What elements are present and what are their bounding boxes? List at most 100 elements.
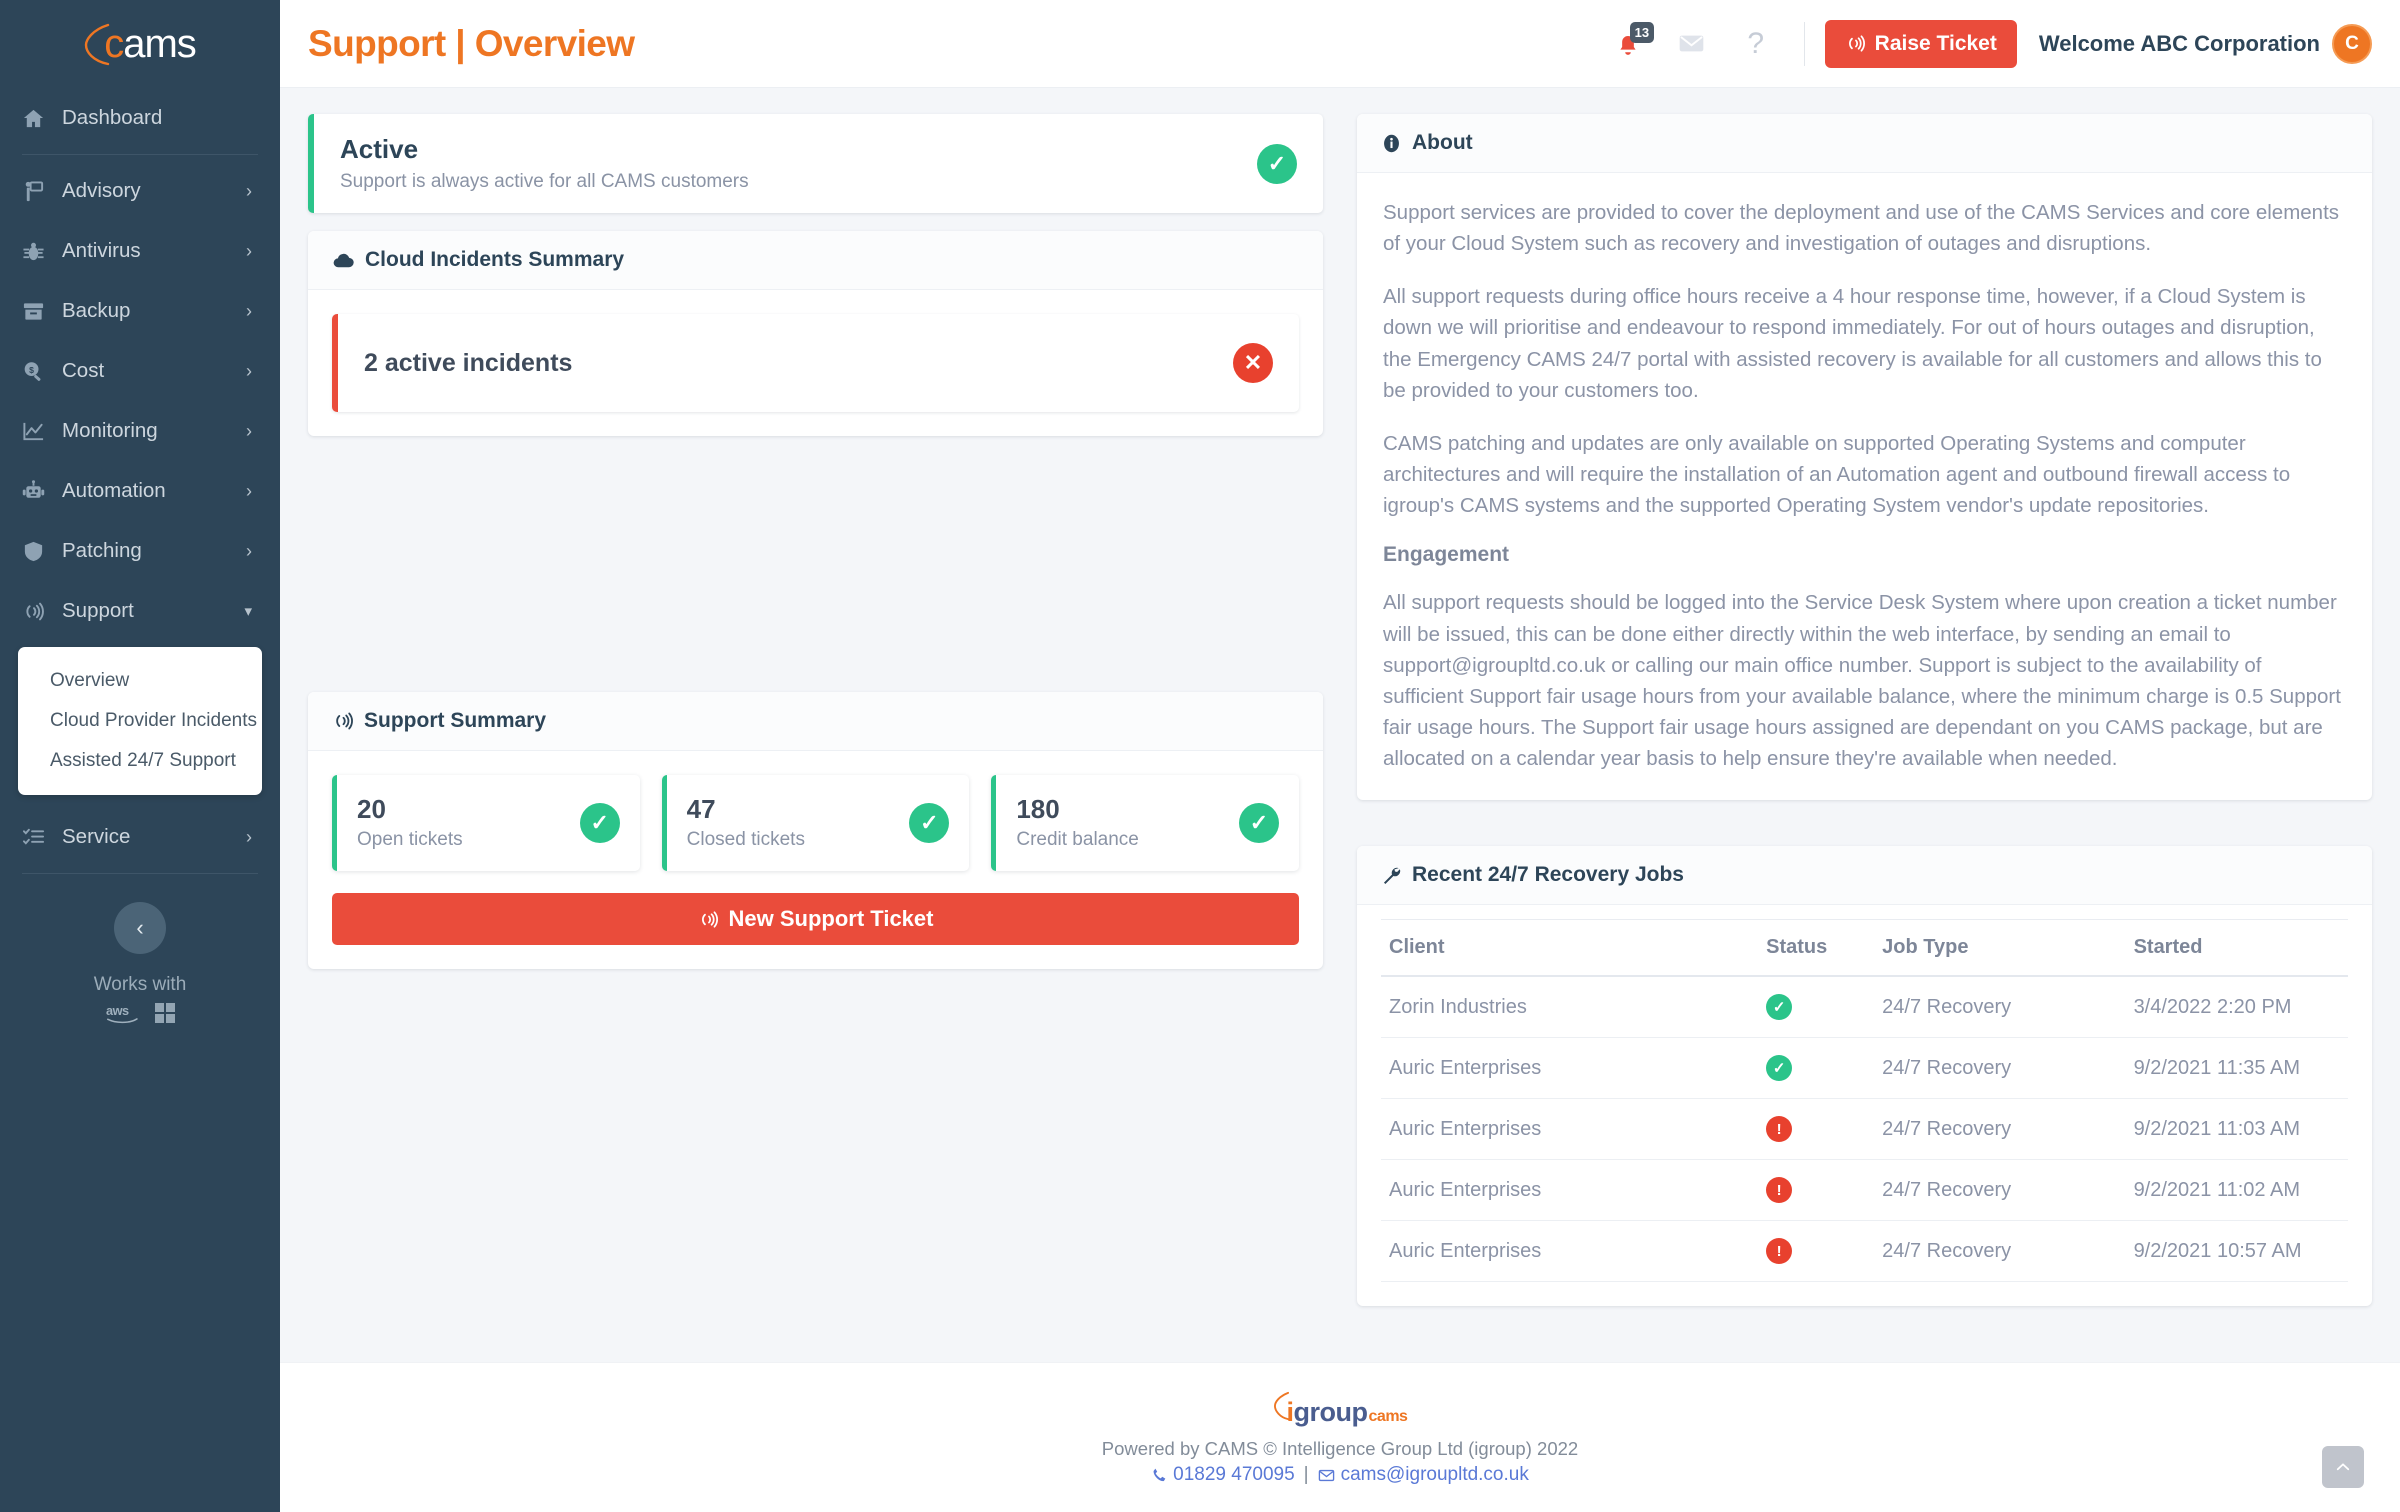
question-mark-icon: ?	[1747, 29, 1764, 59]
exclamation-circle-icon: !	[1766, 1177, 1792, 1203]
sidebar-item-cost[interactable]: $ Cost ›	[0, 341, 280, 401]
cell-status: ✓	[1758, 1038, 1874, 1099]
help-button[interactable]: ?	[1724, 12, 1788, 76]
column-header-client[interactable]: Client	[1381, 920, 1758, 977]
about-card: About Support services are provided to c…	[1357, 114, 2372, 800]
home-icon	[22, 107, 52, 130]
sidebar-item-advisory[interactable]: Advisory ›	[0, 161, 280, 221]
recovery-jobs-table: Client Status Job Type Started Zorin Ind…	[1381, 919, 2348, 1282]
aws-logo: aws	[106, 1002, 146, 1024]
chevron-right-icon: ›	[246, 302, 252, 320]
exclamation-circle-icon: !	[1766, 1116, 1792, 1142]
raise-ticket-button[interactable]: Raise Ticket	[1825, 20, 2017, 68]
sidebar-item-label: Support	[62, 599, 244, 623]
support-summary-body: 20 Open tickets ✓ 47 Closed tickets	[308, 751, 1323, 969]
notifications-button[interactable]: 13	[1596, 12, 1660, 76]
sidebar-item-support[interactable]: Support ▾	[0, 581, 280, 641]
sidebar-item-monitoring[interactable]: Monitoring ›	[0, 401, 280, 461]
check-circle-icon: ✓	[1766, 994, 1792, 1020]
table-row[interactable]: Zorin Industries ✓ 24/7 Recovery 3/4/202…	[1381, 976, 2348, 1038]
shield-icon	[22, 540, 52, 563]
column-header-status[interactable]: Status	[1758, 920, 1874, 977]
column-header-started[interactable]: Started	[2126, 920, 2348, 977]
app-root: cams Dashboard Advisory ›	[0, 0, 2400, 1512]
sidebar-submenu-support: Overview Cloud Provider Incidents Assist…	[18, 647, 262, 795]
check-circle-icon: ✓	[1257, 144, 1297, 184]
sidebar-item-automation[interactable]: Automation ›	[0, 461, 280, 521]
sidebar-item-label: Automation	[62, 479, 246, 503]
sidebar-subitem-overview[interactable]: Overview	[18, 661, 262, 701]
raise-ticket-label: Raise Ticket	[1875, 32, 1997, 56]
cloud-incidents-title: Cloud Incidents Summary	[365, 248, 624, 272]
check-circle-icon: ✓	[1239, 803, 1279, 843]
cell-job-type: 24/7 Recovery	[1874, 1160, 2125, 1221]
exclamation-circle-icon: !	[1766, 1238, 1792, 1264]
broadcast-icon	[698, 909, 719, 930]
incident-item[interactable]: 2 active incidents ✕	[332, 314, 1299, 412]
column-header-job-type[interactable]: Job Type	[1874, 920, 2125, 977]
sidebar-item-service[interactable]: Service ›	[0, 807, 280, 867]
cell-started: 9/2/2021 10:57 AM	[2126, 1221, 2348, 1282]
engagement-heading: Engagement	[1383, 543, 2346, 567]
chevron-up-icon	[2334, 1458, 2352, 1476]
tile-value: 47	[687, 795, 910, 824]
content-area: Active Support is always active for all …	[280, 88, 2400, 1362]
sidebar-item-label: Advisory	[62, 179, 246, 203]
check-circle-icon: ✓	[580, 803, 620, 843]
avatar[interactable]: C	[2332, 24, 2372, 64]
sidebar-subitem-cloud-provider-incidents[interactable]: Cloud Provider Incidents	[18, 701, 262, 741]
about-header: About	[1357, 114, 2372, 173]
new-support-ticket-label: New Support Ticket	[729, 906, 934, 932]
table-row[interactable]: Auric Enterprises ! 24/7 Recovery 9/2/20…	[1381, 1160, 2348, 1221]
cell-started: 9/2/2021 11:02 AM	[2126, 1160, 2348, 1221]
chevron-right-icon: ›	[246, 182, 252, 200]
sidebar-item-patching[interactable]: Patching ›	[0, 521, 280, 581]
igroup-cams-logo: igroupcams	[1273, 1391, 1408, 1428]
sidebar-item-label: Backup	[62, 299, 246, 323]
phone-link[interactable]: 01829 470095	[1151, 1464, 1295, 1486]
recovery-jobs-card: Recent 24/7 Recovery Jobs Client Status …	[1357, 846, 2372, 1306]
tasks-icon	[22, 826, 52, 849]
sidebar-item-backup[interactable]: Backup ›	[0, 281, 280, 341]
cell-status: !	[1758, 1099, 1874, 1160]
sidebar-logo[interactable]: cams	[0, 0, 280, 88]
new-support-ticket-button[interactable]: New Support Ticket	[332, 893, 1299, 945]
messages-button[interactable]	[1660, 12, 1724, 76]
about-body: Support services are provided to cover t…	[1357, 173, 2372, 800]
sidebar-item-label: Patching	[62, 539, 246, 563]
tile-label: Closed tickets	[687, 829, 910, 851]
logo-text: ams	[123, 22, 196, 66]
table-row[interactable]: Auric Enterprises ! 24/7 Recovery 9/2/20…	[1381, 1099, 2348, 1160]
chevron-left-icon: ‹	[136, 915, 143, 941]
table-row[interactable]: Auric Enterprises ✓ 24/7 Recovery 9/2/20…	[1381, 1038, 2348, 1099]
engagement-paragraph: All support requests should be logged in…	[1383, 587, 2346, 774]
chevron-right-icon: ›	[246, 828, 252, 846]
cell-client: Auric Enterprises	[1381, 1099, 1758, 1160]
recovery-jobs-title: Recent 24/7 Recovery Jobs	[1412, 863, 1684, 887]
sidebar-subitem-assisted-24-7-support[interactable]: Assisted 24/7 Support	[18, 741, 262, 781]
robot-icon	[22, 480, 52, 503]
recovery-jobs-body: Client Status Job Type Started Zorin Ind…	[1357, 905, 2372, 1306]
logo-cams: cams	[1369, 1408, 1408, 1426]
scroll-to-top-button[interactable]	[2322, 1446, 2364, 1488]
sidebar-item-antivirus[interactable]: Antivirus ›	[0, 221, 280, 281]
sidebar-collapse-button[interactable]: ‹	[114, 902, 166, 954]
table-row[interactable]: Auric Enterprises ! 24/7 Recovery 9/2/20…	[1381, 1221, 2348, 1282]
logo-i: i	[1287, 1397, 1294, 1428]
cell-job-type: 24/7 Recovery	[1874, 1099, 2125, 1160]
sidebar-nav: Dashboard Advisory › Antivirus ›	[0, 88, 280, 1024]
sidebar-item-label: Cost	[62, 359, 246, 383]
powered-by-text: Powered by CAMS © Intelligence Group Ltd…	[280, 1438, 2400, 1460]
summary-tiles: 20 Open tickets ✓ 47 Closed tickets	[332, 775, 1299, 871]
tile-credit-balance: 180 Credit balance ✓	[991, 775, 1299, 871]
azure-logo	[155, 1003, 175, 1023]
chevron-right-icon: ›	[246, 482, 252, 500]
cell-job-type: 24/7 Recovery	[1874, 1038, 2125, 1099]
cell-job-type: 24/7 Recovery	[1874, 976, 2125, 1038]
sidebar-item-dashboard[interactable]: Dashboard	[0, 88, 280, 148]
table-header-row: Client Status Job Type Started	[1381, 920, 2348, 977]
footer: igroupcams Powered by CAMS © Intelligenc…	[280, 1362, 2400, 1512]
wrench-icon	[1381, 865, 1402, 886]
cell-client: Auric Enterprises	[1381, 1160, 1758, 1221]
email-link[interactable]: cams@igroupltd.co.uk	[1318, 1464, 1529, 1486]
